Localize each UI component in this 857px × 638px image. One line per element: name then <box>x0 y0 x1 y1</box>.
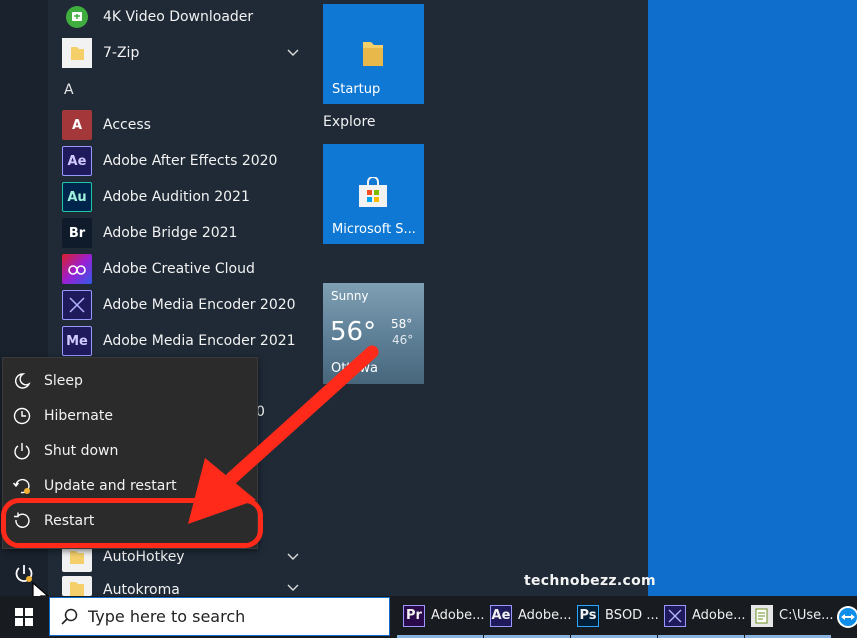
weather-condition: Sunny <box>331 289 369 303</box>
taskbar: Type here to search Pr Adobe... Ae Adobe… <box>0 596 857 638</box>
weather-city: Ottawa <box>331 361 378 376</box>
letter-header-a[interactable]: A <box>64 82 74 98</box>
chevron-down-icon[interactable] <box>286 45 300 59</box>
app-label: 7-Zip <box>103 45 140 61</box>
watermark: technobezz.com <box>524 573 656 589</box>
taskbar-app-label: C:\Use... <box>779 608 834 623</box>
app-4k-video-downloader[interactable]: 4K Video Downloader <box>62 0 310 34</box>
search-icon <box>61 608 78 625</box>
taskbar-app-file[interactable]: C:\Use... <box>745 596 834 638</box>
app-label: Access <box>103 117 151 133</box>
access-icon: A <box>62 110 92 140</box>
taskbar-app-media-encoder[interactable]: Adobe... <box>658 596 746 638</box>
taskbar-app-after-effects[interactable]: Ae Adobe... <box>484 596 572 638</box>
app-adobe-audition-2021[interactable]: Au Adobe Audition 2021 <box>62 180 310 214</box>
startup-tile[interactable]: Startup <box>323 4 424 104</box>
app-label: Adobe Media Encoder 2021 <box>103 333 296 349</box>
shut-down-icon <box>14 442 30 459</box>
power-option-label: Update and restart <box>44 477 177 494</box>
app-label: Adobe Media Encoder 2020 <box>103 297 296 313</box>
taskbar-app-label: Adobe... <box>431 608 485 623</box>
app-adobe-creative-cloud[interactable]: Adobe Creative Cloud <box>62 252 310 286</box>
app-label: 4K Video Downloader <box>103 9 254 25</box>
app-adobe-after-effects-2020[interactable]: Ae Adobe After Effects 2020 <box>62 144 310 178</box>
highlight-ring <box>1 498 263 548</box>
power-option-hibernate[interactable]: Hibernate <box>3 398 257 433</box>
microsoft-store-tile[interactable]: Microsoft S... <box>323 144 424 244</box>
sleep-icon <box>15 372 31 389</box>
app-label: Adobe Bridge 2021 <box>103 225 238 241</box>
audition-icon: Au <box>62 182 92 212</box>
app-adobe-bridge-2021[interactable]: Br Adobe Bridge 2021 <box>62 216 310 250</box>
update-restart-icon <box>12 478 30 494</box>
media-encoder-icon <box>62 290 92 320</box>
app-7-zip[interactable]: 7-Zip <box>62 36 310 70</box>
start-button[interactable] <box>0 596 48 638</box>
power-option-shut-down[interactable]: Shut down <box>3 433 257 468</box>
folder-icon <box>62 38 92 68</box>
weather-low: 46° <box>392 333 414 347</box>
hibernate-icon <box>13 407 31 424</box>
taskbar-app-label: Adobe... <box>518 608 572 623</box>
power-option-label: Sleep <box>44 372 83 389</box>
app-label: Adobe Creative Cloud <box>103 261 255 277</box>
weather-temperature: 56° <box>330 317 377 347</box>
bridge-icon: Br <box>62 218 92 248</box>
tile-group-title[interactable]: Explore <box>323 114 376 130</box>
creative-cloud-icon <box>62 254 92 284</box>
windows-logo-icon <box>15 608 33 626</box>
photoshop-icon: Ps <box>577 604 599 627</box>
script-file-icon <box>751 604 773 627</box>
folder-icon <box>363 42 383 66</box>
app-label: AutoHotkey <box>103 549 185 565</box>
tile-label: Startup <box>332 82 381 97</box>
taskbar-app-photoshop[interactable]: Ps BSOD ... <box>571 596 659 638</box>
taskbar-app-premiere[interactable]: Pr Adobe... <box>397 596 485 638</box>
taskbar-app-teamviewer[interactable] <box>836 605 857 629</box>
folder-icon <box>62 576 92 596</box>
weather-tile[interactable]: Sunny 56° 58° 46° Ottawa <box>323 283 424 384</box>
app-label: Autokroma <box>103 582 180 596</box>
weather-high: 58° <box>391 317 413 331</box>
media-encoder-icon <box>664 604 686 627</box>
app-autokroma[interactable]: Autokroma <box>62 576 310 596</box>
chevron-down-icon[interactable] <box>286 580 300 594</box>
teamviewer-icon <box>837 606 857 628</box>
search-placeholder: Type here to search <box>88 607 246 626</box>
power-option-label: Shut down <box>44 442 119 459</box>
chevron-down-icon[interactable] <box>286 549 300 563</box>
media-encoder-icon: Me <box>62 326 92 356</box>
power-option-label: Hibernate <box>44 407 113 424</box>
taskbar-app-label: BSOD ... <box>605 608 659 623</box>
taskbar-app-label: Adobe... <box>692 608 746 623</box>
power-option-sleep[interactable]: Sleep <box>3 363 257 398</box>
premiere-pro-icon: Pr <box>403 604 425 627</box>
after-effects-icon: Ae <box>490 604 512 627</box>
app-label: Adobe After Effects 2020 <box>103 153 278 169</box>
microsoft-store-icon <box>359 177 387 207</box>
search-input[interactable]: Type here to search <box>49 597 390 636</box>
after-effects-icon: Ae <box>62 146 92 176</box>
app-adobe-media-encoder-2021[interactable]: Me Adobe Media Encoder 2021 <box>62 324 310 358</box>
video-downloader-icon <box>62 2 92 32</box>
app-adobe-media-encoder-2020[interactable]: Adobe Media Encoder 2020 <box>62 288 310 322</box>
app-access[interactable]: A Access <box>62 108 310 142</box>
app-label: Adobe Audition 2021 <box>103 189 250 205</box>
tile-label: Microsoft S... <box>332 222 416 237</box>
